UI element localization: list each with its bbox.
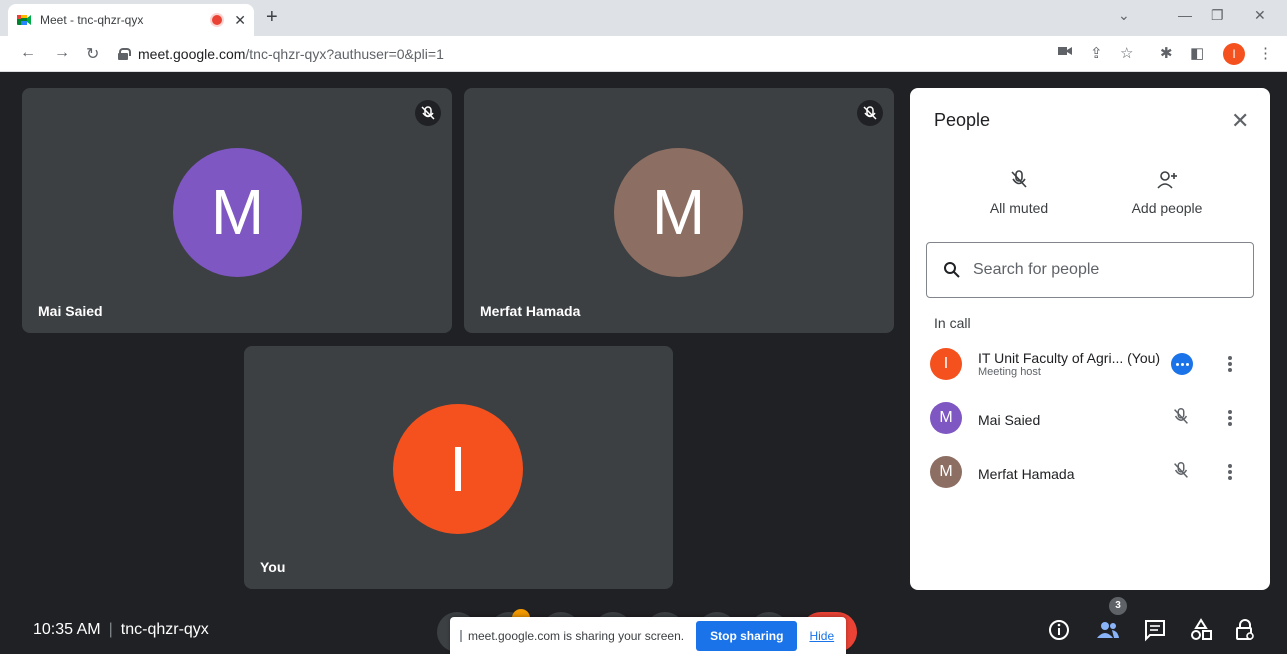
mic-off-icon xyxy=(1170,460,1192,487)
meet-favicon-icon xyxy=(16,12,32,28)
meeting-code: tnc-qhzr-qyx xyxy=(120,621,209,638)
mic-off-icon xyxy=(1170,406,1192,433)
share-page-icon[interactable]: ⇪ xyxy=(1090,44,1103,62)
clock-time: 10:35 AM xyxy=(33,621,101,638)
person-name: Merfat Hamada xyxy=(978,466,1075,482)
tab-search-icon[interactable]: ⌄ xyxy=(1118,7,1130,24)
url-path: /tnc-qhzr-qyx?authuser=0&pli=1 xyxy=(245,46,444,62)
side-panel-icon[interactable]: ◧ xyxy=(1190,44,1204,62)
avatar: I xyxy=(930,348,962,380)
search-people-input[interactable]: Search for people xyxy=(926,242,1254,298)
search-placeholder: Search for people xyxy=(973,261,1100,278)
add-person-icon xyxy=(1117,168,1217,192)
host-controls-lock-icon[interactable] xyxy=(1232,617,1258,643)
search-icon xyxy=(944,262,960,278)
host-controls-icon[interactable] xyxy=(1171,353,1193,375)
browser-tab[interactable]: Meet - tnc-qhzr-qyx ✕ xyxy=(8,4,254,36)
restore-icon[interactable]: ❐ xyxy=(1211,7,1224,24)
forward-icon[interactable]: → xyxy=(54,44,70,62)
address-bar[interactable]: meet.google.com/tnc-qhzr-qyx?authuser=0&… xyxy=(118,42,1053,66)
participant-name: You xyxy=(260,559,286,575)
browser-tab-strip: Meet - tnc-qhzr-qyx ✕ + ⌄ — ❐ ✕ xyxy=(0,0,1287,36)
list-item[interactable]: I IT Unit Faculty of Agri... (You) Meeti… xyxy=(910,338,1270,390)
avatar: M xyxy=(930,456,962,488)
avatar: M xyxy=(173,148,302,277)
add-people-button[interactable]: Add people xyxy=(1117,168,1217,216)
profile-avatar[interactable]: I xyxy=(1223,43,1245,65)
reload-icon[interactable]: ↻ xyxy=(86,44,99,64)
minimize-icon[interactable]: — xyxy=(1178,7,1192,23)
all-muted-button[interactable]: All muted xyxy=(974,168,1064,216)
camera-in-use-icon[interactable] xyxy=(1058,44,1072,61)
participant-tile-you[interactable]: I You xyxy=(244,346,673,589)
url-host: meet.google.com xyxy=(138,46,246,62)
more-options-icon[interactable] xyxy=(1224,404,1236,432)
people-panel: People ✕ All muted Add people Search for… xyxy=(910,88,1270,590)
participant-name: Mai Saied xyxy=(38,303,103,319)
participant-name: Merfat Hamada xyxy=(480,303,581,319)
extensions-icon[interactable]: ✱ xyxy=(1160,44,1173,62)
close-panel-icon[interactable]: ✕ xyxy=(1231,108,1249,134)
person-role: Meeting host xyxy=(978,366,1041,378)
list-item[interactable]: M Merfat Hamada xyxy=(910,446,1270,498)
avatar: I xyxy=(393,404,523,534)
meeting-details-icon[interactable] xyxy=(1046,617,1072,643)
more-options-icon[interactable] xyxy=(1224,458,1236,486)
person-name: Mai Saied xyxy=(978,412,1041,428)
people-icon[interactable] xyxy=(1095,617,1121,643)
avatar: M xyxy=(614,148,743,277)
tab-title: Meet - tnc-qhzr-qyx xyxy=(40,13,144,27)
chat-icon[interactable] xyxy=(1142,617,1168,643)
mic-off-icon xyxy=(974,168,1064,192)
people-count-badge: 3 xyxy=(1109,597,1127,615)
drag-handle-icon[interactable] xyxy=(460,629,462,642)
more-options-icon[interactable] xyxy=(1224,350,1236,378)
meeting-info: 10:35 AM | tnc-qhzr-qyx xyxy=(33,621,209,639)
new-tab-icon[interactable]: + xyxy=(266,6,278,29)
share-message: meet.google.com is sharing your screen. xyxy=(468,628,685,643)
browser-toolbar: ← → ↻ meet.google.com/tnc-qhzr-qyx?authu… xyxy=(0,36,1287,72)
back-icon[interactable]: ← xyxy=(20,44,36,62)
person-name: IT Unit Faculty of Agri... (You) xyxy=(978,350,1161,366)
participant-tile-mai[interactable]: M Mai Saied xyxy=(22,88,452,333)
participant-tile-merfat[interactable]: M Merfat Hamada xyxy=(464,88,894,333)
separator: | xyxy=(108,621,113,638)
mic-off-icon xyxy=(415,100,441,126)
lock-icon xyxy=(118,48,131,60)
list-item[interactable]: M Mai Saied xyxy=(910,392,1270,444)
mic-off-icon xyxy=(857,100,883,126)
tab-close-icon[interactable]: ✕ xyxy=(234,12,246,29)
recording-indicator-icon xyxy=(212,15,223,25)
in-call-heading: In call xyxy=(934,315,971,331)
all-muted-label: All muted xyxy=(989,200,1049,216)
hide-link[interactable]: Hide xyxy=(809,629,834,643)
browser-menu-icon[interactable]: ⋮ xyxy=(1258,44,1273,62)
stop-sharing-button[interactable]: Stop sharing xyxy=(696,620,798,651)
panel-title: People xyxy=(934,110,991,130)
activities-icon[interactable] xyxy=(1188,617,1214,643)
screen-share-notification: meet.google.com is sharing your screen. … xyxy=(450,617,846,654)
bookmark-star-icon[interactable]: ☆ xyxy=(1120,44,1133,62)
add-people-label: Add people xyxy=(1131,200,1203,216)
window-close-icon[interactable]: ✕ xyxy=(1254,7,1266,24)
avatar: M xyxy=(930,402,962,434)
